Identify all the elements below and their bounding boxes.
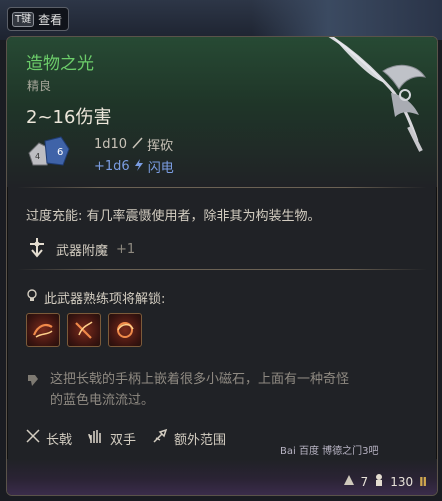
property-label: 额外范围 xyxy=(174,432,227,448)
proficiency-title: 此武器熟练项将解锁: xyxy=(44,292,166,307)
weapon-properties: 长戟 双手 额外范围 xyxy=(26,428,226,448)
reach-icon xyxy=(152,428,168,448)
base-damage-line: 1d10 挥砍 xyxy=(94,135,173,154)
weight-value: 7 xyxy=(360,474,369,489)
watermark: Bai 百度 博德之门3吧 xyxy=(280,442,379,457)
property-label: 长戟 xyxy=(46,432,73,448)
weight-icon xyxy=(343,474,355,489)
item-name: 造物之光 xyxy=(26,54,94,74)
flavor-line-1: 这把长戟的手柄上嵌着很多小磁石，上面有一种奇怪 xyxy=(50,372,350,387)
bonus-damage-dice: +1d6 xyxy=(94,159,130,174)
skill-3-icon[interactable] xyxy=(108,313,142,347)
skill-1-icon[interactable] xyxy=(26,313,60,347)
flavor-line-2: 的蓝色电流流过。 xyxy=(50,393,155,408)
damage-range: 2~16伤害 xyxy=(26,107,112,128)
bonus-damage-line: +1d6 闪电 xyxy=(94,157,174,176)
flavor-text: 这把长戟的手柄上嵌着很多小磁石，上面有一种奇怪 的蓝色电流流过。 xyxy=(26,369,426,411)
lightbulb-icon xyxy=(26,288,38,307)
halberd-art xyxy=(328,37,427,152)
inspect-hotkey[interactable]: T键 查看 xyxy=(7,7,70,31)
enchant-label: 武器附魔 xyxy=(56,243,109,259)
tooltip-footer: 7 130 Ⅱ xyxy=(7,459,437,495)
base-damage-type: 挥砍 xyxy=(147,139,174,154)
item-tooltip: 造物之光 精良 2~16伤害 6 4 1d10 挥砍 +1d6 闪电 过度充能:… xyxy=(6,36,438,496)
quote-icon xyxy=(26,373,40,394)
hotkey-key: T键 xyxy=(12,11,35,27)
divider xyxy=(17,187,427,188)
hotkey-label: 查看 xyxy=(38,12,63,27)
property-label: 双手 xyxy=(110,432,137,448)
property-two-handed: 双手 xyxy=(88,428,136,448)
item-rarity: 精良 xyxy=(27,79,52,93)
top-strip: T键 查看 xyxy=(0,0,442,40)
proficiency-header: 此武器熟练项将解锁: xyxy=(26,288,165,307)
value-amount: 130 xyxy=(390,474,414,489)
base-damage-dice: 1d10 xyxy=(94,137,128,152)
skill-list xyxy=(26,313,142,347)
dice-icon: 6 4 xyxy=(28,136,70,166)
bonus-damage-type: 闪电 xyxy=(147,161,174,176)
enchant-value: +1 xyxy=(116,241,136,257)
weapon-enchant-icon xyxy=(26,236,48,262)
property-reach: 额外范围 xyxy=(152,428,226,448)
two-handed-icon xyxy=(88,428,104,448)
rarity-glyph-icon: Ⅱ xyxy=(419,474,427,489)
svg-text:4: 4 xyxy=(35,152,40,161)
svg-text:6: 6 xyxy=(57,147,63,158)
watermark-text: Bai 百度 博德之门3吧 xyxy=(280,446,379,457)
halberd-icon xyxy=(26,429,40,447)
divider xyxy=(17,269,427,270)
skill-2-icon[interactable] xyxy=(67,313,101,347)
gold-icon xyxy=(374,473,384,490)
slashing-icon xyxy=(131,136,143,153)
enchant-description: 过度充能: 有几率震慑使用者，除非其为构装生物。 xyxy=(26,209,321,224)
enchant-row: 武器附魔 +1 xyxy=(26,236,135,262)
background-scene xyxy=(252,0,442,40)
item-stats: 7 130 Ⅱ xyxy=(343,473,427,490)
property-halberd: 长戟 xyxy=(26,429,72,448)
lightning-icon xyxy=(134,158,144,175)
